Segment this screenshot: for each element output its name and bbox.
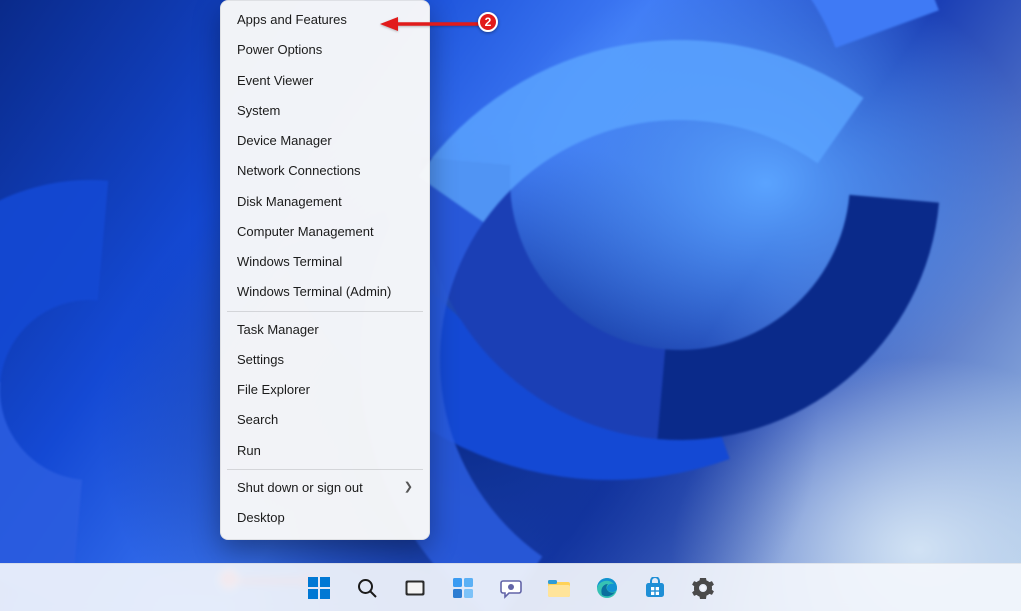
store-icon [644,577,666,599]
taskbar-widgets-button[interactable] [443,568,483,608]
menu-item-label: File Explorer [237,382,310,398]
menu-item-label: System [237,103,280,119]
menu-item-apps-and-features[interactable]: Apps and Features [221,5,429,35]
menu-item-device-manager[interactable]: Device Manager [221,126,429,156]
menu-item-label: Device Manager [237,133,332,149]
taskbar-search-button[interactable] [347,568,387,608]
taskbar-settings-button[interactable] [683,568,723,608]
menu-item-label: Power Options [237,42,322,58]
edge-icon [596,577,618,599]
menu-item-label: Network Connections [237,163,361,179]
winx-context-menu[interactable]: Apps and Features Power Options Event Vi… [220,0,430,540]
annotation-badge-2: 2 [478,12,498,32]
menu-item-label: Shut down or sign out [237,480,363,496]
taskbar-store-button[interactable] [635,568,675,608]
menu-item-label: Event Viewer [237,73,313,89]
menu-item-run[interactable]: Run [221,436,429,466]
menu-item-label: Disk Management [237,194,342,210]
file-explorer-icon [547,577,571,599]
menu-item-task-manager[interactable]: Task Manager [221,315,429,345]
desktop: Apps and Features Power Options Event Vi… [0,0,1021,611]
menu-item-windows-terminal[interactable]: Windows Terminal [221,247,429,277]
task-view-icon [404,577,426,599]
gear-icon [692,577,714,599]
taskbar [0,563,1021,611]
menu-item-label: Run [237,443,261,459]
search-icon [356,577,378,599]
chat-icon [500,577,522,599]
menu-item-label: Windows Terminal [237,254,342,270]
menu-item-label: Task Manager [237,322,319,338]
windows-start-icon [308,577,330,599]
taskbar-edge-button[interactable] [587,568,627,608]
menu-item-system[interactable]: System [221,96,429,126]
chevron-right-icon: ❯ [404,481,413,495]
taskbar-start-button[interactable] [299,568,339,608]
menu-item-windows-terminal-admin[interactable]: Windows Terminal (Admin) [221,277,429,307]
menu-item-label: Windows Terminal (Admin) [237,284,391,300]
annotation-badge-label: 2 [485,15,492,29]
menu-item-search[interactable]: Search [221,405,429,435]
menu-item-computer-management[interactable]: Computer Management [221,217,429,247]
menu-item-desktop[interactable]: Desktop [221,503,429,533]
menu-item-power-options[interactable]: Power Options [221,35,429,65]
widgets-icon [452,577,474,599]
menu-item-disk-management[interactable]: Disk Management [221,187,429,217]
menu-item-label: Desktop [237,510,285,526]
menu-item-network-connections[interactable]: Network Connections [221,156,429,186]
taskbar-file-explorer-button[interactable] [539,568,579,608]
menu-item-label: Apps and Features [237,12,347,28]
menu-item-label: Settings [237,352,284,368]
taskbar-task-view-button[interactable] [395,568,435,608]
menu-separator [227,311,423,312]
menu-item-label: Computer Management [237,224,374,240]
menu-item-event-viewer[interactable]: Event Viewer [221,66,429,96]
menu-item-settings[interactable]: Settings [221,345,429,375]
menu-separator [227,469,423,470]
menu-item-shut-down-or-sign-out[interactable]: Shut down or sign out ❯ [221,473,429,503]
taskbar-chat-button[interactable] [491,568,531,608]
menu-item-label: Search [237,412,278,428]
menu-item-file-explorer[interactable]: File Explorer [221,375,429,405]
